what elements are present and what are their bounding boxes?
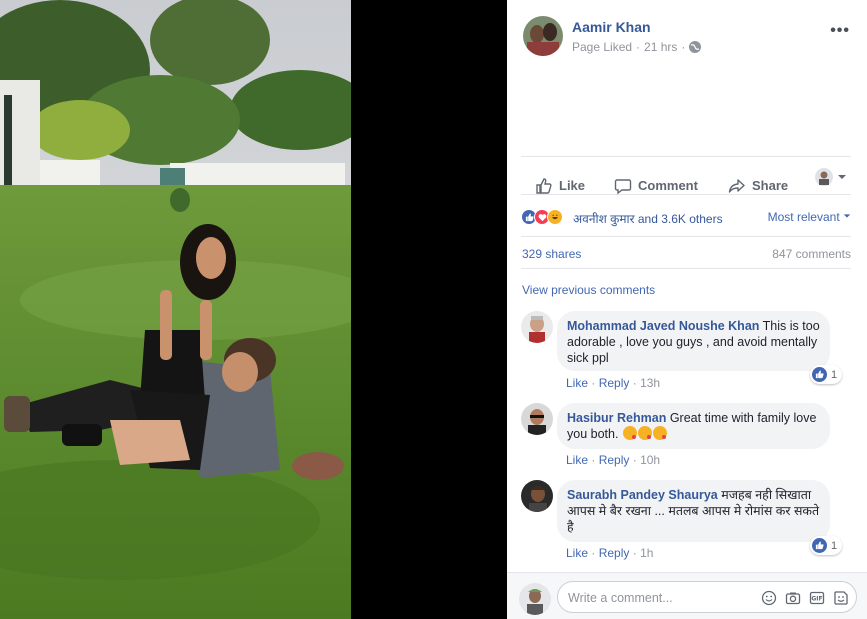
comment-item: Mohammad Javed Noushe Khan This is too a… [521,311,851,391]
comment-bubble: Mohammad Javed Noushe Khan This is too a… [557,311,830,371]
thumbs-up-icon [536,177,552,194]
share-label: Share [752,178,789,193]
separator: · [591,546,599,560]
comment-bubble: Saurabh Pandey Shaurya मजहब नही सिखाता आ… [557,480,830,542]
comment-reply-link[interactable]: Reply [599,546,630,560]
commenter-name[interactable]: Hasibur Rehman [567,411,666,425]
comment-text: Great time with family [669,411,790,425]
comment-label: Comment [638,178,698,193]
share-arrow-icon [728,178,745,193]
comment-like-link[interactable]: Like [566,546,588,560]
comment-like-link[interactable]: Like [566,376,588,390]
like-icon [812,538,827,553]
separator: · [632,546,641,560]
like-icon [812,367,827,382]
comments-count[interactable]: 847 comments [772,247,851,261]
comment-actions: Like · Reply · 10h [566,453,660,467]
commenter-avatar[interactable] [521,480,553,512]
comment-text: मजहब नही [721,488,773,502]
author-avatar[interactable] [523,16,563,56]
comment-like-link[interactable]: Like [566,453,588,467]
stats-row: 329 shares 847 comments [521,236,851,269]
comment-button[interactable]: Comment [614,167,698,204]
like-button[interactable]: Like [535,167,585,204]
sort-label: Most relevant [767,210,840,224]
commenter-avatar[interactable] [521,403,553,435]
comment-time[interactable]: 10h [640,453,660,467]
camera-icon[interactable] [784,589,802,607]
comment-text: This is [762,319,799,333]
globe-icon [689,41,702,53]
caret-down-icon [838,175,846,179]
post-actions-bar: Like Comment Share [521,156,851,195]
separator: · [591,376,599,390]
photo-image [0,0,351,619]
commenter-name[interactable]: Mohammad Javed Noushe Khan [567,319,759,333]
view-previous-comments-link[interactable]: View previous comments [522,283,655,297]
composer-icons: GIF [760,589,850,607]
sort-dropdown[interactable]: Most relevant [768,210,851,224]
share-button[interactable]: Share [728,167,788,204]
comment-item: Hasibur Rehman Great time with family lo… [521,403,851,471]
current-user-avatar[interactable] [519,583,551,615]
reactions-row: अवनीश कुमार and 3.6K others Most relevan… [521,202,851,236]
comment-item: Saurabh Pandey Shaurya मजहब नही सिखाता आ… [521,480,851,560]
comment-actions: Like · Reply · 1h [566,546,653,560]
comment-reply-link[interactable]: Reply [599,453,630,467]
viewer-avatar [815,168,833,186]
commenter-name[interactable]: Saurabh Pandey Shaurya [567,488,718,502]
kiss-emoji-icon [652,426,667,440]
photo-viewer [0,0,507,619]
separator: · [632,376,641,390]
meta-separator: · [636,40,641,54]
post-meta: Page Liked · 21 hrs · [572,40,702,54]
post-header: Aamir Khan Page Liked · 21 hrs · ••• [507,0,867,70]
comment-time[interactable]: 13h [640,376,660,390]
more-options-icon[interactable]: ••• [830,22,850,40]
caret-down-icon [843,214,851,218]
reaction-icons[interactable] [521,209,563,225]
post-as-selector[interactable] [815,168,847,186]
kiss-emoji-icon [637,426,652,440]
page-liked-status[interactable]: Page Liked [572,40,632,54]
separator: · [591,453,599,467]
sticker-icon[interactable] [832,589,850,607]
reactions-summary[interactable]: अवनीश कुमार and 3.6K others [573,210,723,227]
like-count: 1 [831,539,838,552]
comment-bubble: Hasibur Rehman Great time with family lo… [557,403,830,449]
post-time[interactable]: 21 hrs [644,40,677,54]
comment-like-count[interactable]: 1 [810,365,843,384]
comment-icon [614,178,632,194]
comment-actions: Like · Reply · 13h [566,376,660,390]
comment-composer: Write a comment... GIF [507,572,867,619]
kiss-emoji-icon [622,426,637,440]
commenter-avatar[interactable] [521,311,553,343]
like-label: Like [559,178,586,193]
separator: · [632,453,641,467]
comment-reply-link[interactable]: Reply [599,376,630,390]
gif-icon[interactable]: GIF [808,589,826,607]
post-photo[interactable] [0,0,351,619]
emoji-icon[interactable] [760,589,778,607]
comment-placeholder: Write a comment... [568,591,673,605]
haha-icon [547,209,563,225]
post-side-panel: Aamir Khan Page Liked · 21 hrs · ••• Lik… [507,0,867,619]
like-count: 1 [831,368,838,381]
shares-count[interactable]: 329 shares [522,247,581,261]
comment-input[interactable]: Write a comment... GIF [557,581,857,613]
author-name[interactable]: Aamir Khan [572,19,651,35]
svg-text:GIF: GIF [811,596,822,603]
meta-separator: · [681,40,686,54]
comment-time[interactable]: 1h [640,546,653,560]
comment-like-count[interactable]: 1 [810,536,843,555]
